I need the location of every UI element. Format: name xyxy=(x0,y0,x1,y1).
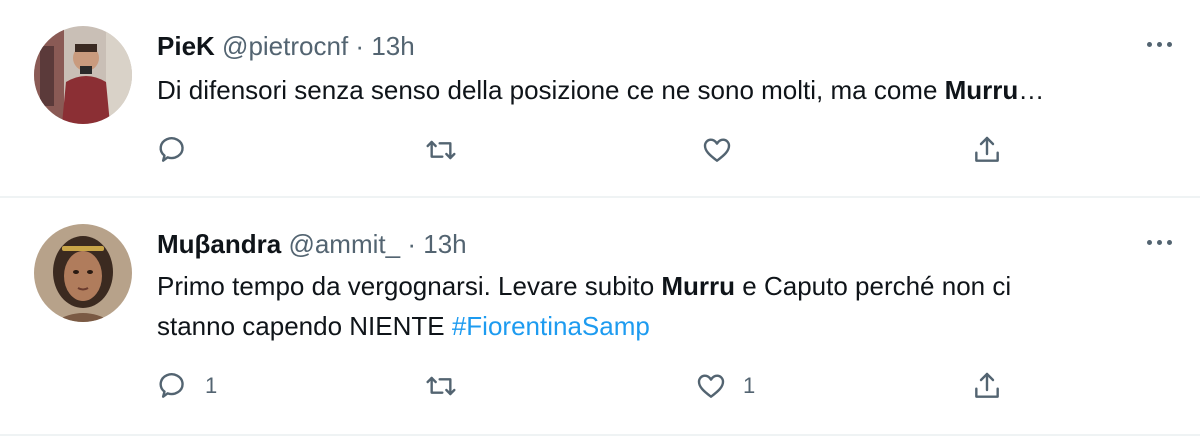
tweet-text: Primo tempo da vergognarsi. Levare subit… xyxy=(157,266,1011,346)
tweet-header: PieK @pietrocnf · 13h xyxy=(157,30,415,62)
more-icon[interactable] xyxy=(1147,232,1172,252)
tweet-text-part: Primo tempo da vergognarsi. Levare subit… xyxy=(157,271,662,301)
like-button[interactable]: 1 xyxy=(695,370,755,402)
reply-count: 1 xyxy=(205,373,218,398)
author-handle[interactable]: @ammit_ xyxy=(288,229,400,259)
author-name[interactable]: Muβandra xyxy=(157,229,281,259)
tweet-actions: 1 1 xyxy=(157,370,1017,410)
reply-icon xyxy=(159,137,184,162)
highlighted-keyword: Murru xyxy=(944,75,1019,105)
highlighted-keyword: Murru xyxy=(661,271,736,301)
retweet-icon xyxy=(426,140,456,160)
tweet[interactable]: PieK @pietrocnf · 13h Di difensori senza… xyxy=(0,0,1200,198)
tweet-text-line: stanno capendo NIENTE #FiorentinaSamp xyxy=(157,306,1011,346)
tweet-text-part: … xyxy=(1018,75,1045,105)
avatar[interactable] xyxy=(34,224,132,322)
reply-button[interactable] xyxy=(157,134,205,166)
share-icon xyxy=(975,136,999,162)
like-count: 1 xyxy=(743,373,756,398)
tweet[interactable]: Muβandra @ammit_ · 13h Primo tempo da ve… xyxy=(0,198,1200,436)
separator-dot: · xyxy=(355,31,365,61)
share-button[interactable] xyxy=(971,134,1003,166)
share-icon xyxy=(975,372,999,398)
tweet-actions xyxy=(157,134,1017,174)
retweet-button[interactable] xyxy=(425,370,473,402)
tweet-text-line: Primo tempo da vergognarsi. Levare subit… xyxy=(157,266,1011,306)
avatar[interactable] xyxy=(34,26,132,124)
reply-button[interactable]: 1 xyxy=(157,370,217,402)
retweet-button[interactable] xyxy=(425,134,473,166)
reply-icon xyxy=(159,373,184,398)
heart-icon xyxy=(697,374,725,398)
like-button[interactable] xyxy=(701,134,749,166)
tweet-text: Di difensori senza senso della posizione… xyxy=(157,70,1044,110)
tweet-text-part: Di difensori senza senso della posizione… xyxy=(157,75,945,105)
timestamp[interactable]: 13h xyxy=(423,229,466,259)
tweet-header: Muβandra @ammit_ · 13h xyxy=(157,228,467,260)
hashtag-link[interactable]: #FiorentinaSamp xyxy=(452,311,650,341)
tweet-text-part: stanno capendo NIENTE xyxy=(157,311,452,341)
heart-icon xyxy=(703,138,731,162)
share-button[interactable] xyxy=(971,370,1003,402)
retweet-icon xyxy=(426,376,456,396)
author-name[interactable]: PieK xyxy=(157,31,215,61)
separator-dot: · xyxy=(407,229,416,259)
tweet-text-part: e Caputo perché non ci xyxy=(735,271,1012,301)
author-handle[interactable]: @pietrocnf xyxy=(222,31,348,61)
timestamp[interactable]: 13h xyxy=(371,31,414,61)
more-icon[interactable] xyxy=(1147,34,1172,54)
